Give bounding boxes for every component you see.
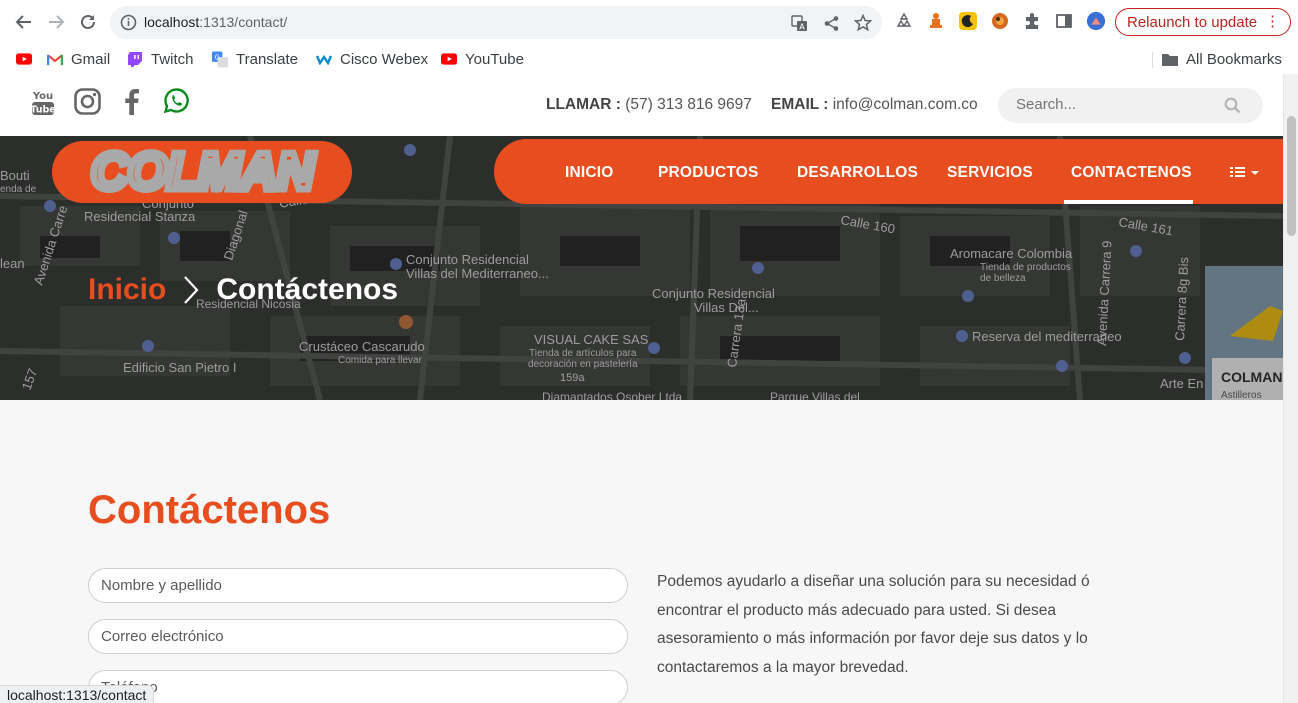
email-info: EMAIL : info@colman.com.co [771,96,978,114]
breadcrumb-current: Contáctenos [216,273,399,306]
main-navigation: INICIO PRODUCTOS DESARROLLOS SERVICIOS C… [494,139,1283,204]
share-icon[interactable] [822,14,840,32]
link-status-bubble: localhost:1313/contact [0,685,155,703]
name-input[interactable] [101,577,611,594]
orb-extension-icon[interactable] [990,11,1010,31]
email-label: EMAIL : [771,96,829,113]
webex-icon [316,51,332,67]
bookmark-label: Cisco Webex [340,50,429,68]
forward-button[interactable] [44,10,68,34]
twitch-icon [127,51,143,67]
svg-text:A: A [799,22,805,31]
nav-desarrollos[interactable]: DESARROLLOS [797,164,918,182]
page-title: Contáctenos [88,488,331,532]
translate-icon: G [212,51,228,67]
colman-logo-mark: COLMAN [87,146,320,198]
bookmark-youtube[interactable]: YouTube [441,48,524,70]
bookmark-translate[interactable]: G Translate [212,48,298,70]
email-value[interactable]: info@colman.com.co [833,96,978,113]
contact-section: Contáctenos Podemos ayudarlo a diseñar u… [0,400,1283,703]
address-bar[interactable]: localhost:1313/contact/ A [110,6,882,39]
bookmark-star-icon[interactable] [854,14,872,32]
phone-field [88,670,628,703]
youtube-icon [16,51,32,67]
page-scrollbar[interactable] [1283,74,1298,703]
nav-productos[interactable]: PRODUCTOS [658,164,759,182]
bookmark-gmail[interactable]: Gmail [47,48,110,70]
profile-avatar-icon[interactable] [1086,11,1106,31]
url-path: :1313/contact/ [199,14,288,30]
moon-extension-icon[interactable] [958,11,978,31]
bookmarks-divider [1152,52,1153,68]
arrow-left-icon [15,15,31,29]
youtube-icon: You Tube [30,91,55,116]
bookmark-twitch[interactable]: Twitch [127,48,194,70]
url-host: localhost [144,14,200,30]
hero-banner: Residencial Stanza Conjunto Conjunto Res… [0,136,1283,400]
all-bookmarks-folder[interactable]: All Bookmarks [1162,48,1282,70]
reload-icon [81,14,95,29]
nav-more-menu[interactable] [1230,165,1260,184]
nav-servicios[interactable]: SERVICIOS [947,164,1033,182]
url-text[interactable]: localhost:1313/contact/ [144,14,287,30]
bookmark-label: Twitch [151,50,194,68]
reload-button[interactable] [76,10,100,34]
breadcrumb: Inicio Contáctenos [88,273,398,307]
gmail-icon [47,51,63,67]
youtube-link[interactable]: You Tube [30,88,55,120]
browser-toolbar: localhost:1313/contact/ A Relaunch to up… [0,0,1298,44]
recycle-extension-icon[interactable] [894,11,914,31]
whatsapp-link[interactable] [163,88,189,117]
bookmark-label: YouTube [465,50,524,68]
contact-intro-text: Podemos ayudarlo a diseñar una solución … [657,573,1090,676]
youtube-icon [441,51,457,67]
all-bookmarks-label: All Bookmarks [1186,50,1282,68]
name-field [88,568,628,603]
back-button[interactable] [12,10,36,34]
nav-inicio[interactable]: INICIO [565,164,614,182]
bookmark-label: Gmail [71,50,111,68]
kebab-menu-icon[interactable]: ⋮ [1265,14,1280,30]
youtube-logo-tube: Tube [31,105,55,116]
extensions-puzzle-icon[interactable] [1022,11,1042,31]
site-search [998,88,1263,123]
youtube-logo-you: You [32,91,53,102]
relaunch-button[interactable]: Relaunch to update ⋮ [1115,8,1291,36]
phone-label: LLAMAR : [546,96,621,113]
search-icon[interactable] [1224,97,1241,114]
arrow-right-icon [49,15,65,29]
chess-extension-icon[interactable] [926,11,946,31]
facebook-link[interactable] [124,88,139,119]
nav-active-indicator [1064,200,1193,204]
breadcrumb-home[interactable]: Inicio [88,273,166,307]
svg-text:G: G [215,53,220,61]
nav-contactenos[interactable]: CONTACTENOS [1071,164,1192,182]
logo-text: COLMAN [91,146,316,198]
email-field [88,619,628,654]
instagram-link[interactable] [74,88,101,119]
instagram-icon [74,88,101,115]
bookmark-youtube-shortcut[interactable] [16,48,32,70]
bookmark-label: Translate [236,50,298,68]
relaunch-label: Relaunch to update [1127,13,1258,31]
list-menu-icon [1230,167,1259,177]
side-panel-icon[interactable] [1054,11,1074,31]
folder-icon [1162,51,1178,67]
bookmark-webex[interactable]: Cisco Webex [316,48,428,70]
whatsapp-icon [163,88,189,114]
scrollbar-thumb[interactable] [1287,116,1296,236]
page-viewport: You Tube LLAMAR : (57) 313 816 9697 EMAI… [0,74,1298,703]
phone-input[interactable] [101,679,611,696]
email-input[interactable] [101,628,611,645]
search-input[interactable] [1016,96,1216,113]
bookmarks-bar: Gmail Twitch G Translate Cisco Webex You… [0,44,1298,74]
phone-value[interactable]: (57) 313 816 9697 [625,96,752,113]
facebook-icon [125,89,139,115]
translate-page-icon[interactable]: A [790,14,808,32]
colman-logo[interactable]: COLMAN [52,141,352,203]
site-topbar: You Tube LLAMAR : (57) 313 816 9697 EMAI… [0,74,1283,136]
info-icon[interactable] [120,14,137,31]
chevron-right-icon [184,276,199,304]
phone-info: LLAMAR : (57) 313 816 9697 [546,96,752,114]
